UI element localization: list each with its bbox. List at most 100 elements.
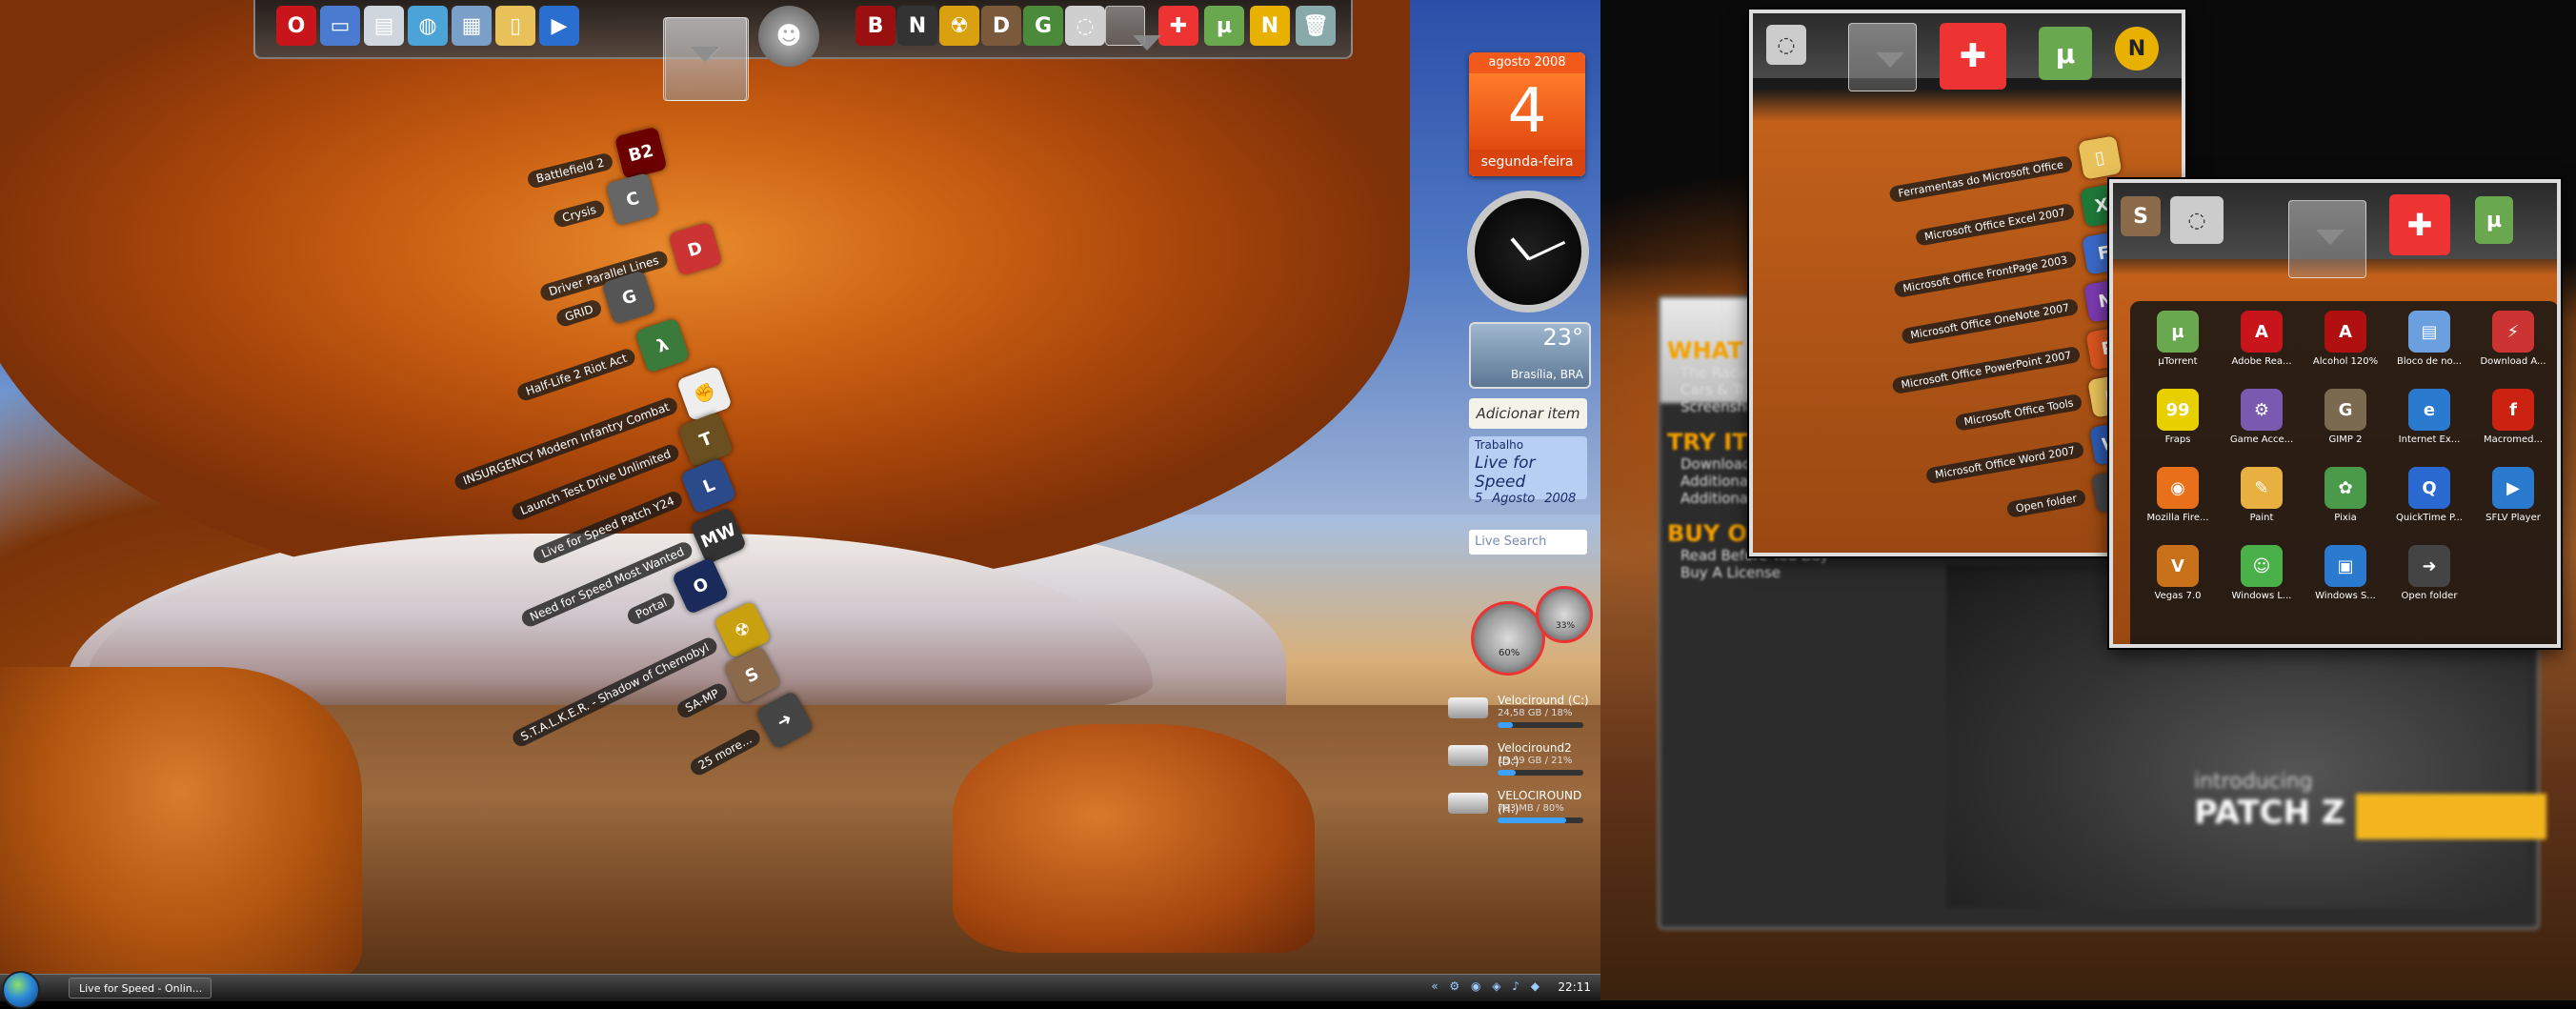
drive-icon (1448, 745, 1488, 766)
weather-city: Brasília, BRA (1510, 368, 1583, 381)
site-nav-link[interactable]: Buy A License (1680, 564, 1877, 581)
app-label: Bloco de no... (2396, 356, 2463, 367)
drive-gadget[interactable]: Velociround2 (D:) 15,59 GB / 21% (1448, 741, 1589, 779)
chat-icon[interactable]: ◌ (1766, 25, 1806, 65)
drive-usage-fill (1498, 770, 1516, 776)
calendar-weekday: segunda-feira (1469, 150, 1585, 176)
fan-item-label: GRID (554, 297, 604, 329)
grid-app[interactable]: G GIMP 2 (2305, 389, 2385, 445)
grid-app[interactable]: e Internet Ex... (2389, 389, 2469, 445)
drive-gadget[interactable]: VELOCIROUND (H:) 783 MB / 80% (1448, 789, 1589, 827)
drive-gadget[interactable]: Velociround (C:) 24,58 GB / 18% (1448, 694, 1589, 732)
stack-button[interactable] (1848, 23, 1917, 91)
calendar-gadget[interactable]: agosto 2008 4 segunda-feira (1469, 52, 1585, 176)
app-label: SFLV Player (2485, 513, 2541, 523)
documents-icon[interactable]: ▤ (364, 6, 404, 46)
app-icon: G (2324, 389, 2366, 431)
calendar-month: agosto 2008 (1469, 52, 1585, 73)
steam-icon[interactable]: ◌ (2170, 196, 2224, 244)
grid-app[interactable]: ➜ Open folder (2389, 545, 2469, 601)
tray-clock[interactable]: 22:11 (1558, 980, 1591, 994)
grid-app[interactable]: ▶ SFLV Player (2473, 467, 2553, 523)
grid-app[interactable]: 99 Fraps (2138, 389, 2218, 445)
popup-dock-2: S ◌ ✚ µ (2113, 183, 2557, 278)
grid-app[interactable]: ▤ Bloco de no... (2389, 311, 2469, 367)
cpu-meter-gadget[interactable]: 60% 33% (1467, 586, 1593, 676)
grid-app[interactable]: Q QuickTime P... (2389, 467, 2469, 523)
stack-office-button[interactable] (1105, 6, 1161, 50)
calendar-day: 4 (1469, 73, 1585, 150)
grid-app[interactable]: A Adobe Rea... (2222, 311, 2302, 367)
grid-app[interactable]: ✿ Pixia (2305, 467, 2385, 523)
gta-icon[interactable]: G (1023, 6, 1063, 46)
note-line-3: 5 (1475, 492, 1483, 506)
site-intro-text: introducing (2194, 770, 2313, 794)
app-label: Download A... (2480, 356, 2546, 367)
taskbar-button-lfs[interactable]: Live for Speed - Onlin... (69, 978, 211, 999)
drive-name: Velociround (C:) (1498, 694, 1589, 707)
stack-launcher-button[interactable] (663, 17, 747, 101)
control-panel-icon[interactable]: ▦ (452, 6, 492, 46)
taskbar: Live for Speed - Onlin... « ⚙ ◉ ◈ ♪ ◆ 22… (0, 971, 1600, 1009)
crysis-dock-icon[interactable]: ☻ (758, 6, 819, 67)
app-label: Game Acce... (2229, 434, 2294, 445)
note-line-2: Live for Speed (1475, 454, 1536, 492)
app-label: µTorrent (2158, 356, 2198, 367)
system-tray-icons[interactable]: « ⚙ ◉ ◈ ♪ ◆ (1431, 979, 1543, 993)
nfs-icon[interactable]: N (897, 6, 937, 46)
nero-icon[interactable]: N (2115, 27, 2159, 71)
utorrent-icon[interactable]: µ (2039, 27, 2092, 80)
office-icon[interactable]: ✚ (1940, 23, 2006, 90)
site-patch-title: PATCH Z (2194, 794, 2345, 832)
clock-gadget[interactable] (1467, 191, 1589, 313)
app-label: Adobe Rea... (2231, 356, 2292, 367)
grid-app[interactable]: µ µTorrent (2138, 311, 2218, 367)
grid-app[interactable]: ✎ Paint (2222, 467, 2302, 523)
weather-gadget[interactable]: 23° Brasília, BRA (1469, 322, 1591, 389)
battlefield-icon[interactable]: B (855, 6, 896, 46)
apps-grid: µ µTorrent A Adobe Rea... A Alcohol 120% ▤ Bloc… (2130, 301, 2557, 644)
app-icon: µ (2157, 311, 2199, 353)
network-icon[interactable]: ◍ (408, 6, 448, 46)
popup-dock: ◌ ✚ µ N (1753, 13, 2182, 91)
app-icon: ➜ (2408, 545, 2450, 587)
stalker-icon[interactable]: ☢ (939, 6, 979, 46)
sa-mp-icon[interactable]: S (2121, 196, 2161, 236)
notes-gadget[interactable]: Trabalho Live for Speed 5 Agosto 2008 (1469, 436, 1587, 506)
computer-icon[interactable]: ▭ (320, 6, 360, 46)
app-icon: ⚡ (2492, 311, 2534, 353)
stack-button-2[interactable] (2288, 200, 2366, 278)
media-player-icon[interactable]: ▶ (539, 6, 579, 46)
weather-temp: 23° (1542, 324, 1583, 351)
cpu-value: 60% (1499, 648, 1520, 658)
grid-app[interactable]: ▣ Windows S... (2305, 545, 2385, 601)
nero-icon[interactable]: N (1250, 6, 1290, 46)
add-gadget-button[interactable]: Adicionar item (1469, 398, 1587, 429)
grid-app[interactable]: ⚙ Game Acce... (2222, 389, 2302, 445)
grid-app[interactable]: ⚡ Download A... (2473, 311, 2553, 367)
driver-icon[interactable]: D (981, 6, 1021, 46)
drive-size: 15,59 GB / 21% (1498, 756, 1573, 766)
note-line-5: 2008 (1544, 492, 1577, 506)
drive-usage-fill (1498, 817, 1566, 823)
recycle-bin-icon[interactable]: 🗑 (1296, 6, 1336, 46)
app-icon: ▤ (2408, 311, 2450, 353)
live-search-input[interactable]: Live Search (1469, 530, 1587, 555)
grid-app[interactable]: ☺ Windows L... (2222, 545, 2302, 601)
grid-app[interactable]: V Vegas 7.0 (2138, 545, 2218, 601)
start-button[interactable] (2, 971, 40, 1009)
drive-size: 783 MB / 80% (1498, 803, 1564, 814)
note-line-4: Agosto (1492, 492, 1536, 506)
office-stack-label: Open folder (2005, 488, 2087, 518)
grid-app[interactable]: ◉ Mozilla Fire... (2138, 467, 2218, 523)
opera-icon[interactable]: O (276, 6, 316, 46)
office-icon-2[interactable]: ✚ (2389, 194, 2450, 255)
utorrent-icon[interactable]: µ (1204, 6, 1244, 46)
chat-icon[interactable]: ◌ (1065, 6, 1105, 46)
grid-app[interactable]: f Macromed... (2473, 389, 2553, 445)
utorrent-icon-2[interactable]: µ (2475, 196, 2513, 244)
folder-icon[interactable]: ▯ (495, 6, 535, 46)
office-icon[interactable]: ✚ (1158, 6, 1198, 46)
app-icon: ✿ (2324, 467, 2366, 509)
grid-app[interactable]: A Alcohol 120% (2305, 311, 2385, 367)
